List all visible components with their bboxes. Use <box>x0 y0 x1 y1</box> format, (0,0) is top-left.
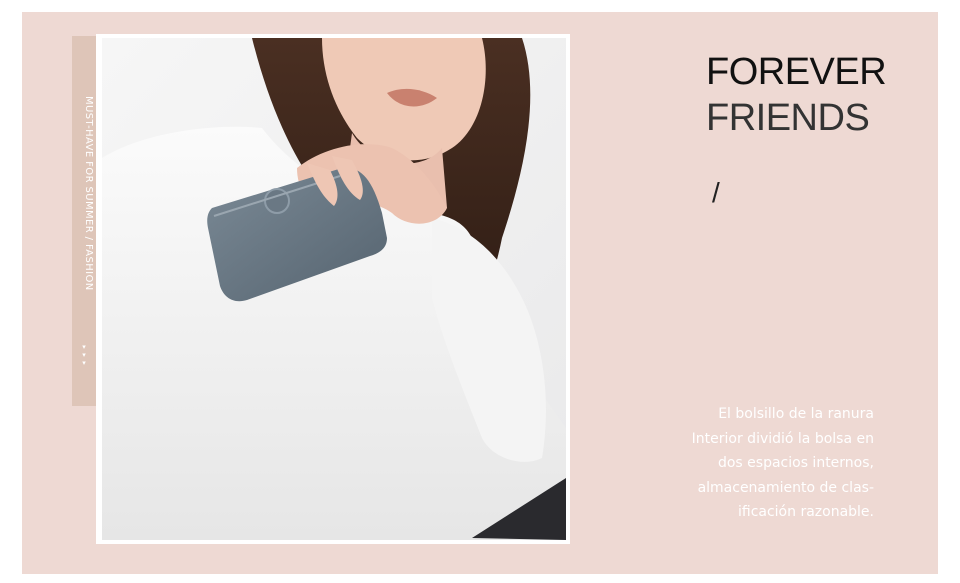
description-line: almacenamiento de clas- <box>697 479 874 496</box>
product-description: El bolsillo de la ranura Interior dividi… <box>650 402 874 525</box>
description-line: El bolsillo de la ranura <box>718 406 874 422</box>
description-line: dos espacios internos, <box>717 455 874 471</box>
headline-line-2: FRIENDS <box>706 97 870 139</box>
down-arrow-icons: ▾ ▾ ▾ <box>82 344 86 367</box>
headline-line-1: FOREVER <box>706 51 887 93</box>
side-tab-label: MUST-HAVE FOR SUMMER / FASHION <box>83 96 94 291</box>
side-tab: MUST-HAVE FOR SUMMER / FASHION ▾ ▾ ▾ <box>72 36 96 406</box>
description-line: Interior dividió la bolsa en <box>691 430 874 447</box>
description-line: ificación razonable. <box>737 504 874 520</box>
slash-divider: / <box>712 177 720 208</box>
woman-with-wallet-illustration <box>102 38 566 540</box>
product-photo <box>102 38 566 540</box>
